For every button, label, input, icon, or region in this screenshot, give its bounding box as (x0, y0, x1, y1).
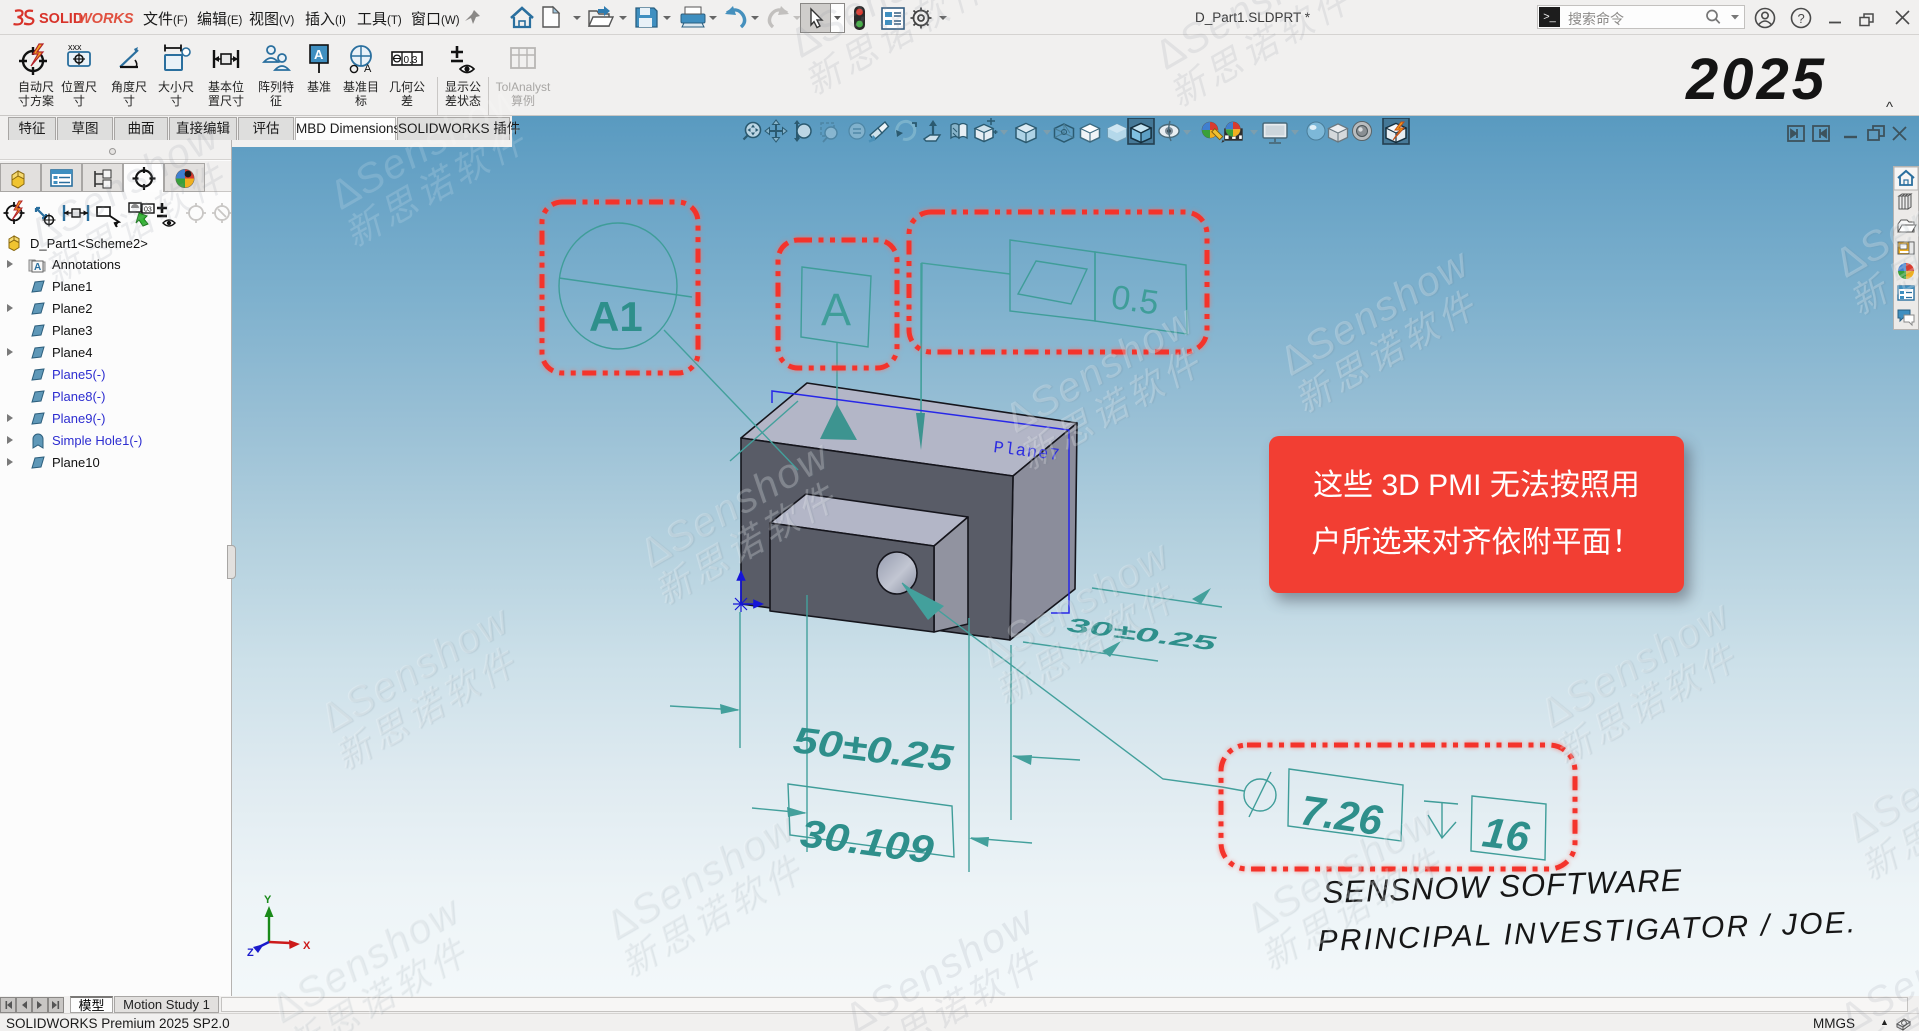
svg-text:30±0.25: 30±0.25 (1065, 613, 1218, 655)
svg-text:7.26: 7.26 (1298, 786, 1386, 844)
svg-text:X: X (303, 940, 311, 952)
svg-text:PRINCIPAL INVESTIGATOR / JOE.: PRINCIPAL INVESTIGATOR / JOE. (1317, 906, 1858, 958)
svg-text:03: 03 (144, 207, 152, 214)
svg-text:A: A (821, 284, 851, 335)
svg-text:30.109: 30.109 (798, 811, 936, 871)
svg-text:A1: A1 (589, 293, 643, 340)
svg-text:A: A (34, 262, 41, 273)
svg-text:0.5: 0.5 (1109, 278, 1161, 322)
svg-text:^: ^ (1886, 99, 1893, 116)
svg-text:Y: Y (264, 894, 272, 906)
svg-text:Z: Z (247, 947, 254, 959)
svg-text:SENSNOW SOFTWARE: SENSNOW SOFTWARE (1322, 862, 1683, 910)
svg-text:50±0.25: 50±0.25 (791, 719, 956, 780)
svg-text:2025: 2025 (1685, 47, 1827, 112)
svg-text:16: 16 (1480, 808, 1533, 860)
